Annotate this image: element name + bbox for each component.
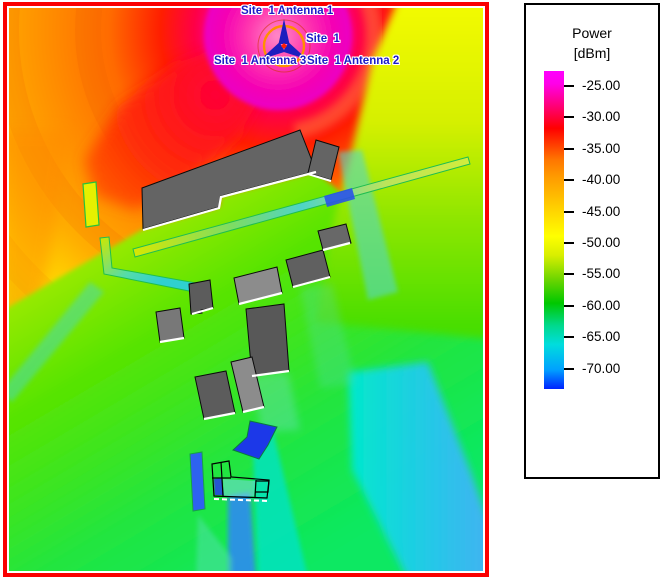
coverage-heatmap-canvas bbox=[9, 8, 483, 571]
legend-tick-label: -55.00 bbox=[582, 267, 620, 282]
coverage-map[interactable]: Site 1 Antenna 1 Site 1 Site 1 Antenna 3… bbox=[3, 2, 489, 577]
legend-unit: [dBm] bbox=[526, 45, 658, 61]
legend-tick-label: -60.00 bbox=[582, 298, 620, 313]
legend-tick-label: -50.00 bbox=[582, 235, 620, 250]
legend-colorbar bbox=[544, 71, 564, 389]
legend-tick-label: -35.00 bbox=[582, 141, 620, 156]
label-site1: Site 1 bbox=[306, 33, 340, 46]
legend-tick-label: -25.00 bbox=[582, 78, 620, 93]
label-site1-antenna3: Site 1 Antenna 3 bbox=[214, 55, 306, 68]
legend-tick-label: -45.00 bbox=[582, 204, 620, 219]
legend-tick-label: -30.00 bbox=[582, 110, 620, 125]
legend-title: Power bbox=[526, 25, 658, 41]
building-6 bbox=[156, 308, 184, 342]
legend-tick-label: -65.00 bbox=[582, 329, 620, 344]
label-site1-antenna1: Site 1 Antenna 1 bbox=[241, 5, 333, 18]
label-site1-antenna2: Site 1 Antenna 2 bbox=[307, 55, 399, 68]
legend-tick-label: -70.00 bbox=[582, 361, 620, 376]
legend-tick-label: -40.00 bbox=[582, 172, 620, 187]
legend-panel: Power [dBm] -25.00 -30.00 -35.00 -40.00 -45.… bbox=[524, 3, 660, 479]
blue-strip bbox=[190, 452, 205, 511]
